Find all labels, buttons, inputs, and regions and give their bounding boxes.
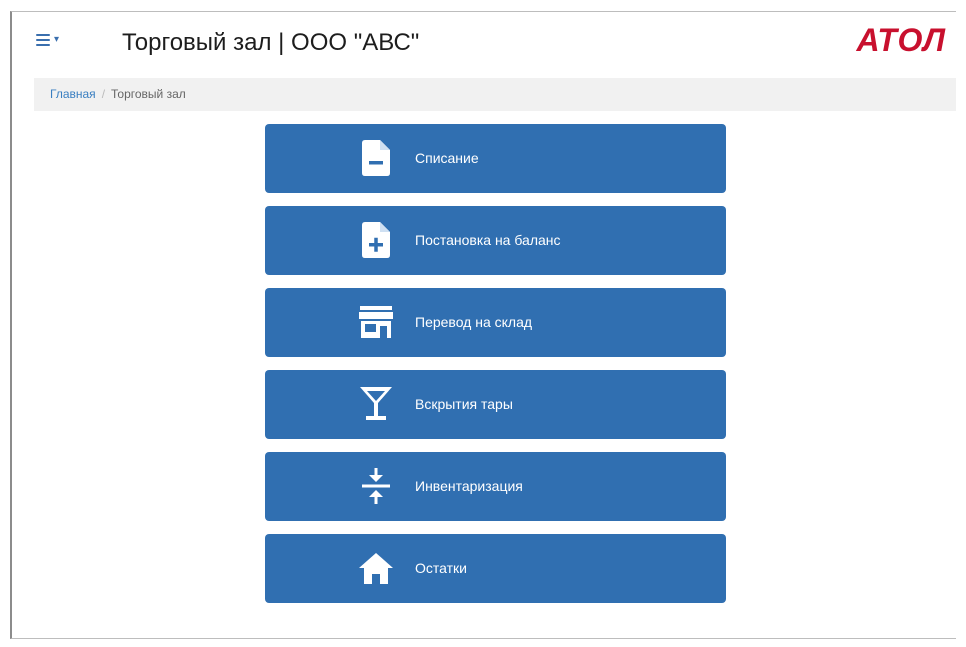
breadcrumb-separator: / — [101, 87, 106, 101]
inventory-label: Инвентаризация — [415, 478, 523, 494]
breadcrumb-current: Торговый зал — [111, 87, 186, 101]
write-off-button[interactable]: Списание — [265, 124, 726, 193]
file-plus-icon — [357, 220, 395, 260]
cocktail-glass-icon — [357, 384, 395, 424]
container-opening-button[interactable]: Вскрытия тары — [265, 370, 726, 439]
add-to-balance-button[interactable]: Постановка на баланс — [265, 206, 726, 275]
actions-menu: Списание Постановка на баланс Перевод на… — [265, 124, 726, 616]
add-to-balance-label: Постановка на баланс — [415, 232, 561, 248]
page-title: Торговый зал | ООО "АВС" — [122, 29, 420, 56]
compress-arrows-icon — [357, 466, 395, 506]
app-window: ▾ Торговый зал | ООО "АВС" АТОЛ Главная /… — [10, 11, 956, 639]
inventory-button[interactable]: Инвентаризация — [265, 452, 726, 521]
write-off-label: Списание — [415, 150, 479, 166]
caret-down-icon: ▾ — [54, 34, 60, 45]
store-icon — [357, 302, 395, 342]
stock-balances-label: Остатки — [415, 560, 467, 576]
container-opening-label: Вскрытия тары — [415, 396, 513, 412]
home-icon — [357, 548, 395, 588]
transfer-to-warehouse-button[interactable]: Перевод на склад — [265, 288, 726, 357]
stock-balances-button[interactable]: Остатки — [265, 534, 726, 603]
menu-toggle-button[interactable]: ▾ — [36, 34, 59, 46]
file-minus-icon — [357, 138, 395, 178]
header: ▾ Торговый зал | ООО "АВС" АТОЛ — [12, 12, 956, 70]
breadcrumb-home-link[interactable]: Главная — [50, 87, 96, 101]
transfer-to-warehouse-label: Перевод на склад — [415, 314, 533, 330]
brand-logo: АТОЛ — [856, 22, 946, 58]
breadcrumb: Главная / Торговый зал — [34, 78, 956, 111]
hamburger-icon — [36, 34, 50, 46]
